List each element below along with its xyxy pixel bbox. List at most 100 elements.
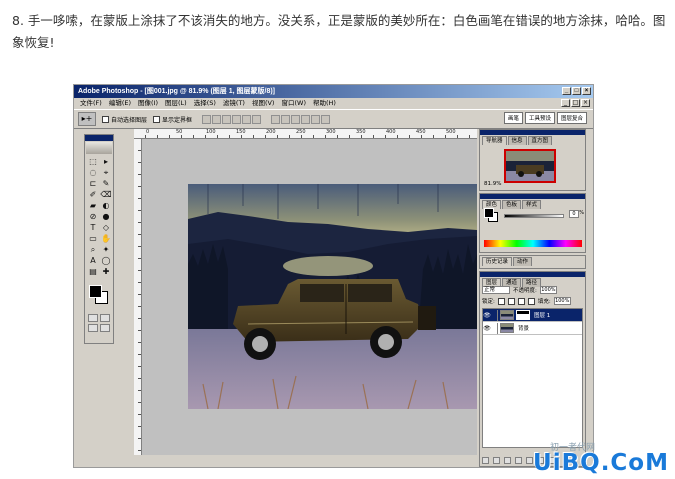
color-foreground-swatch[interactable] <box>484 208 494 218</box>
doc-minimize-button[interactable]: _ <box>561 99 570 107</box>
tab-histogram[interactable]: 直方图 <box>527 136 553 145</box>
lock-all-icon[interactable] <box>527 297 535 305</box>
pen-tool-icon[interactable]: ◇ <box>100 223 112 233</box>
lock-position-icon[interactable] <box>517 297 525 305</box>
navigator-thumbnail[interactable] <box>504 149 556 183</box>
layer-row-layer1[interactable]: 👁 图层 1 <box>483 309 582 322</box>
menu-select[interactable]: 选择(S) <box>194 98 216 109</box>
lock-pixels-icon[interactable] <box>507 297 515 305</box>
brushes-tab[interactable]: 画笔 <box>503 112 523 124</box>
align-middle-icon[interactable] <box>212 114 222 124</box>
shape-tool-icon[interactable]: ▭ <box>87 234 99 244</box>
hummer-photo[interactable] <box>188 184 477 409</box>
toolbox-titlebar[interactable] <box>85 135 113 141</box>
fullscreen-mode-icon[interactable] <box>100 324 110 332</box>
slice-tool-icon[interactable]: ✎ <box>100 179 112 189</box>
dodge-tool-icon[interactable]: ◐ <box>100 201 112 211</box>
link-layers-icon[interactable] <box>482 457 489 464</box>
standard-mode-icon[interactable] <box>88 314 98 322</box>
type-tool-icon[interactable]: T <box>87 223 99 233</box>
layer-comps-tab[interactable]: 图层复合 <box>556 112 587 124</box>
brush-tool-icon[interactable]: ✐ <box>87 190 99 200</box>
layer-brush-icon[interactable] <box>491 309 498 321</box>
path-selection-tool-icon[interactable]: A <box>87 256 99 266</box>
tab-info[interactable]: 信息 <box>507 136 527 145</box>
menu-view[interactable]: 视图(V) <box>252 98 275 109</box>
close-button[interactable]: × <box>582 87 591 95</box>
lock-transparency-icon[interactable] <box>497 297 505 305</box>
auto-select-checkbox[interactable] <box>102 115 109 123</box>
layer-mask-thumbnail[interactable] <box>516 310 530 320</box>
menu-image[interactable]: 图像(I) <box>138 98 158 109</box>
blur-tool-icon[interactable]: ⊘ <box>87 212 99 222</box>
menu-edit[interactable]: 编辑(E) <box>109 98 131 109</box>
marquee-tool-icon[interactable]: ⬚ <box>87 157 99 167</box>
move-tool-preset[interactable]: ▸+ <box>78 112 96 126</box>
quick-mask-mode-icon[interactable] <box>100 314 110 322</box>
distribute-right-icon[interactable] <box>321 114 331 124</box>
move-tool-icon[interactable]: ▸ <box>100 157 112 167</box>
foreground-color-swatch[interactable] <box>89 285 102 298</box>
show-bounds-checkbox[interactable] <box>153 115 161 123</box>
magic-wand-tool-icon[interactable]: ⌖ <box>100 168 112 178</box>
tab-navigator[interactable]: 导航器 <box>482 136 507 145</box>
sponge-tool-icon[interactable]: ● <box>100 212 112 222</box>
distribute-middle-icon[interactable] <box>281 114 291 124</box>
align-left-icon[interactable] <box>232 114 242 124</box>
align-top-icon[interactable] <box>202 114 212 124</box>
tab-actions[interactable]: 动作 <box>513 257 533 266</box>
tab-swatches[interactable]: 色板 <box>502 200 522 209</box>
layer-row-background[interactable]: 👁 背景 <box>483 322 582 335</box>
gradient-tool-icon[interactable]: ▰ <box>87 201 99 211</box>
tab-history[interactable]: 历史记录 <box>482 257 513 266</box>
align-right-icon[interactable] <box>252 114 262 124</box>
menu-filter[interactable]: 滤镜(T) <box>223 98 245 109</box>
layer-thumbnail[interactable] <box>500 323 514 333</box>
doc-maximize-button[interactable]: □ <box>571 99 580 107</box>
menu-help[interactable]: 帮助(H) <box>313 98 336 109</box>
opacity-input[interactable]: 100% <box>539 286 557 294</box>
blend-mode-select[interactable]: 正常 <box>482 286 510 294</box>
lasso-tool-icon[interactable]: ◌ <box>87 168 99 178</box>
crop-tool-icon[interactable]: ⊏ <box>87 179 99 189</box>
eyedropper-tool-icon[interactable]: ▤ <box>87 267 99 277</box>
layer-brush-icon[interactable] <box>491 322 498 334</box>
menu-window[interactable]: 窗口(W) <box>281 98 306 109</box>
document-canvas-area[interactable]: 0 50 100 150 200 250 300 350 400 450 500 <box>134 129 477 455</box>
eraser-tool-icon[interactable]: ⌫ <box>100 190 112 200</box>
distribute-top-icon[interactable] <box>271 114 281 124</box>
ellipse-tool-icon[interactable]: ◯ <box>100 256 112 266</box>
fill-input[interactable]: 100% <box>553 297 571 305</box>
zoom-tool-icon[interactable]: ⌕ <box>87 245 99 255</box>
measure-tool-icon[interactable]: ✚ <box>100 267 112 277</box>
layer-thumbnail[interactable] <box>500 310 514 320</box>
new-group-icon[interactable] <box>515 457 522 464</box>
tool-presets-tab[interactable]: 工具预设 <box>524 112 555 124</box>
minimize-button[interactable]: _ <box>562 87 571 95</box>
distribute-left-icon[interactable] <box>301 114 311 124</box>
align-center-icon[interactable] <box>242 114 252 124</box>
adobe-logo-icon[interactable] <box>86 142 112 154</box>
color-ramp[interactable] <box>484 240 582 247</box>
gray-value-input[interactable]: 0 <box>569 210 579 218</box>
menu-layer[interactable]: 图层(L) <box>165 98 187 109</box>
notes-tool-icon[interactable]: ✦ <box>100 245 112 255</box>
auto-select-layer-option[interactable]: 自动选择图层 <box>102 115 147 124</box>
visibility-eye-icon[interactable]: 👁 <box>483 325 491 332</box>
distribute-bottom-icon[interactable] <box>291 114 301 124</box>
distribute-center-icon[interactable] <box>311 114 321 124</box>
screen-mode-icon[interactable] <box>88 324 98 332</box>
tab-styles[interactable]: 样式 <box>522 200 542 209</box>
align-bottom-icon[interactable] <box>222 114 232 124</box>
menu-file[interactable]: 文件(F) <box>80 98 102 109</box>
layer-style-icon[interactable] <box>493 457 500 464</box>
doc-close-button[interactable]: × <box>581 99 590 107</box>
adjustment-layer-icon[interactable] <box>526 457 533 464</box>
visibility-eye-icon[interactable]: 👁 <box>483 312 491 319</box>
maximize-button[interactable]: □ <box>572 87 581 95</box>
gray-slider[interactable] <box>504 214 564 218</box>
navigator-zoom[interactable]: 81.9% <box>484 181 501 187</box>
add-mask-icon[interactable] <box>504 457 511 464</box>
hand-tool-icon[interactable]: ✋ <box>100 234 112 244</box>
show-bounds-option[interactable]: 显示定界框 <box>153 115 192 124</box>
